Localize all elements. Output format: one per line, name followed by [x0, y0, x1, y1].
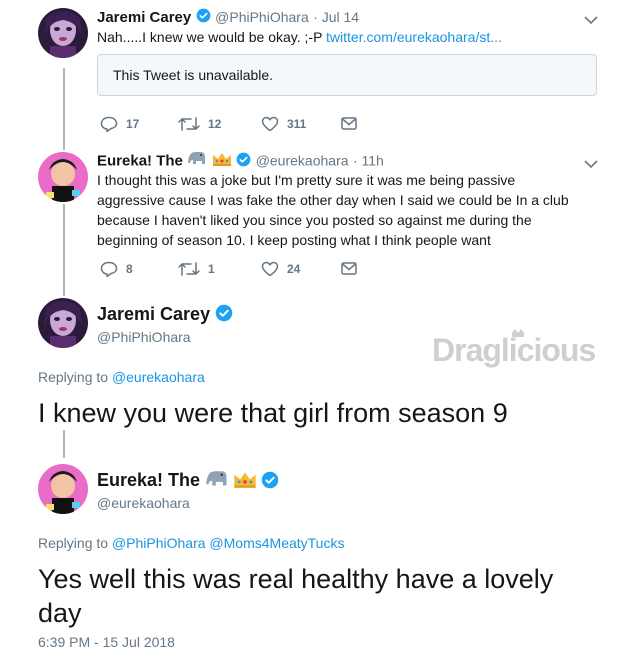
- avatar[interactable]: [38, 464, 88, 514]
- verified-icon: [236, 152, 251, 172]
- replying-to: Replying to @eurekaohara: [38, 369, 205, 385]
- author-handle[interactable]: @PhiPhiOhara: [97, 329, 191, 345]
- mention-link[interactable]: @Moms4MeatyTucks: [209, 535, 344, 551]
- author-handle[interactable]: @PhiPhiOhara: [215, 9, 309, 25]
- retweet-button[interactable]: 12: [178, 116, 221, 132]
- dm-icon: [341, 262, 357, 275]
- author-handle[interactable]: @eurekaohara: [97, 495, 190, 511]
- tweet-header: Jaremi Carey: [97, 304, 233, 327]
- tweet-header: Eureka! The: [97, 470, 279, 494]
- svg-text:Draglicious: Draglicious: [432, 332, 595, 368]
- tweet-text: Yes well this was real healthy have a lo…: [38, 564, 554, 628]
- tweet-timestamp[interactable]: 6:39 PM - 15 Jul 2018: [38, 634, 175, 650]
- quoted-tweet-unavailable[interactable]: This Tweet is unavailable.: [97, 54, 597, 96]
- crown-emoji: [212, 151, 232, 172]
- reply-button[interactable]: 17: [100, 116, 139, 132]
- retweet-count: 1: [208, 262, 215, 276]
- author-name[interactable]: Jaremi Carey: [97, 304, 210, 324]
- retweet-button[interactable]: 1: [178, 261, 215, 277]
- author-name[interactable]: Jaremi Carey: [97, 9, 191, 26]
- mention-link[interactable]: @eurekaohara: [112, 369, 205, 385]
- thread-line: [63, 204, 65, 296]
- like-button[interactable]: 24: [261, 261, 300, 277]
- like-icon: [261, 116, 279, 132]
- reply-count: 8: [126, 262, 133, 276]
- dm-button[interactable]: [341, 117, 357, 130]
- dm-button[interactable]: [341, 262, 357, 275]
- crown-emoji: [233, 470, 257, 494]
- reply-count: 17: [126, 117, 140, 131]
- tweet-link[interactable]: twitter.com/eurekaohara/st...: [326, 29, 502, 45]
- tweet-date[interactable]: · Jul 14: [313, 9, 359, 25]
- tweet-text: I knew you were that girl from season 9: [38, 398, 508, 428]
- verified-icon: [261, 471, 279, 494]
- retweet-icon: [178, 116, 200, 132]
- tweet-text: Nah.....I knew we would be okay. ;-P twi…: [97, 29, 502, 45]
- thread-line: [63, 68, 65, 150]
- verified-icon: [215, 304, 233, 327]
- elephant-emoji: [205, 470, 229, 494]
- verified-icon: [196, 8, 211, 28]
- reply-button[interactable]: 8: [100, 261, 133, 277]
- like-button[interactable]: 311: [261, 116, 306, 132]
- thread-line: [63, 430, 65, 458]
- mention-link[interactable]: @PhiPhiOhara: [112, 535, 206, 551]
- tweet-header: Eureka! The @eurekaohara · 11h: [97, 151, 384, 172]
- replying-to: Replying to @PhiPhiOhara @Moms4MeatyTuck…: [38, 535, 345, 551]
- tweet-header: Jaremi Carey @PhiPhiOhara · Jul 14: [97, 8, 359, 28]
- dm-icon: [341, 117, 357, 130]
- retweet-icon: [178, 261, 200, 277]
- author-handle[interactable]: @eurekaohara: [256, 153, 349, 169]
- retweet-count: 12: [208, 117, 222, 131]
- author-name[interactable]: Eureka! The: [97, 153, 183, 170]
- elephant-emoji: [187, 151, 207, 172]
- like-icon: [261, 261, 279, 277]
- chevron-down-icon[interactable]: [584, 156, 598, 174]
- reply-icon: [100, 116, 118, 132]
- watermark-logo: Draglicious: [432, 327, 622, 379]
- tweet-date[interactable]: · 11h: [353, 153, 384, 169]
- reply-icon: [100, 261, 118, 277]
- like-count: 24: [287, 262, 301, 276]
- like-count: 311: [287, 117, 307, 131]
- avatar[interactable]: [38, 152, 88, 202]
- author-name[interactable]: Eureka! The: [97, 470, 200, 490]
- tweet-text: I thought this was a joke but I'm pretty…: [97, 172, 569, 248]
- avatar[interactable]: [38, 8, 88, 58]
- avatar[interactable]: [38, 298, 88, 348]
- quote-unavailable-text: This Tweet is unavailable.: [113, 67, 274, 83]
